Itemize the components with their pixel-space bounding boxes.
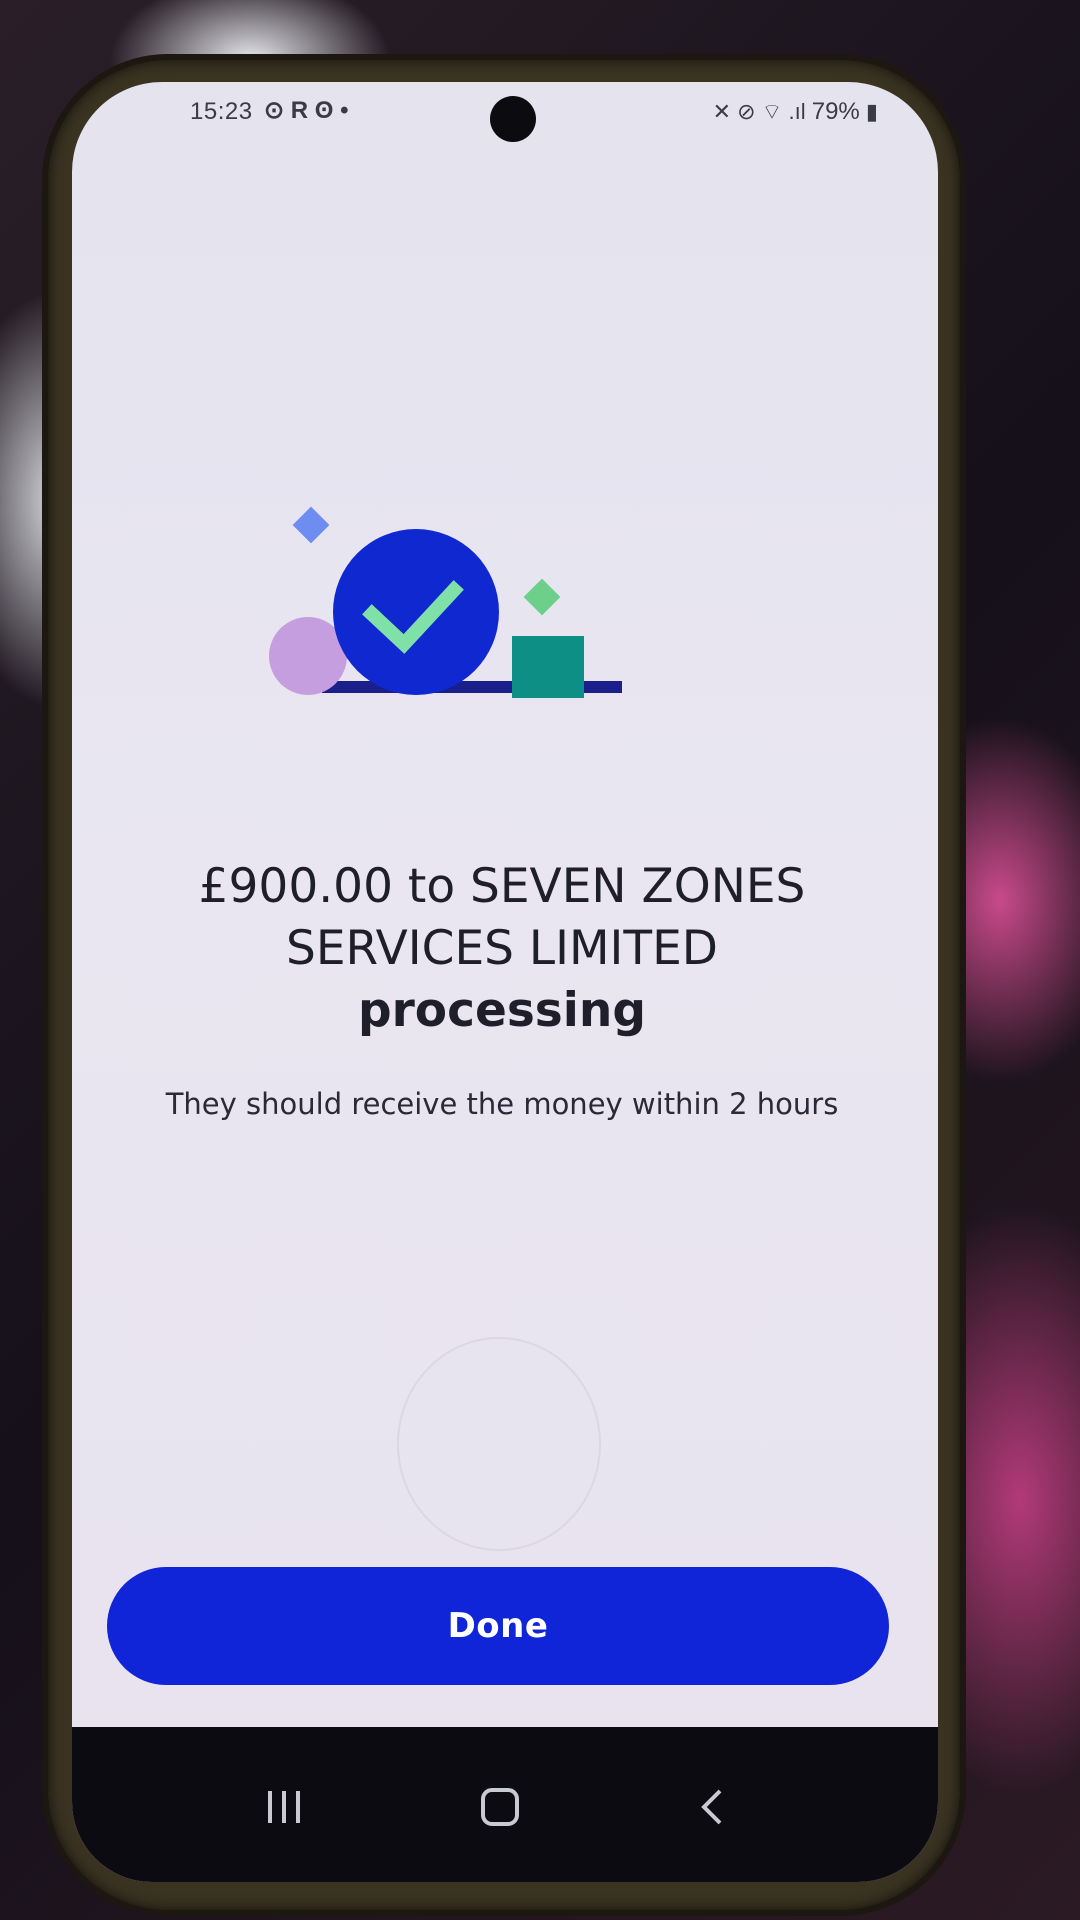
transfer-headline: £900.00 to SEVEN ZONES SERVICES LIMITED … (132, 856, 872, 1042)
recent-apps-icon[interactable] (244, 1777, 324, 1837)
check-circle-icon (333, 529, 499, 695)
home-icon[interactable] (460, 1777, 540, 1837)
teal-square-icon (512, 636, 584, 698)
navigation-bar (72, 1727, 938, 1882)
headline-recipient-line: SERVICES LIMITED (286, 921, 718, 976)
green-diamond-icon (523, 578, 561, 616)
transfer-eta-text: They should receive the money within 2 h… (165, 1087, 839, 1121)
headline-amount-line: £900.00 to SEVEN ZONES (198, 859, 806, 914)
blue-diamond-icon (292, 506, 330, 544)
done-button[interactable]: Done (107, 1567, 889, 1685)
back-icon[interactable] (672, 1777, 752, 1837)
success-illustration (269, 506, 622, 698)
headline-status-line: processing (357, 983, 646, 1038)
phone-screen: 15:23 ⊙ R ʘ • ✕ ⊘ ⌔ .ıl 79% ▮ £900.00 to… (72, 82, 938, 1882)
touch-highlight-circle (397, 1337, 601, 1551)
